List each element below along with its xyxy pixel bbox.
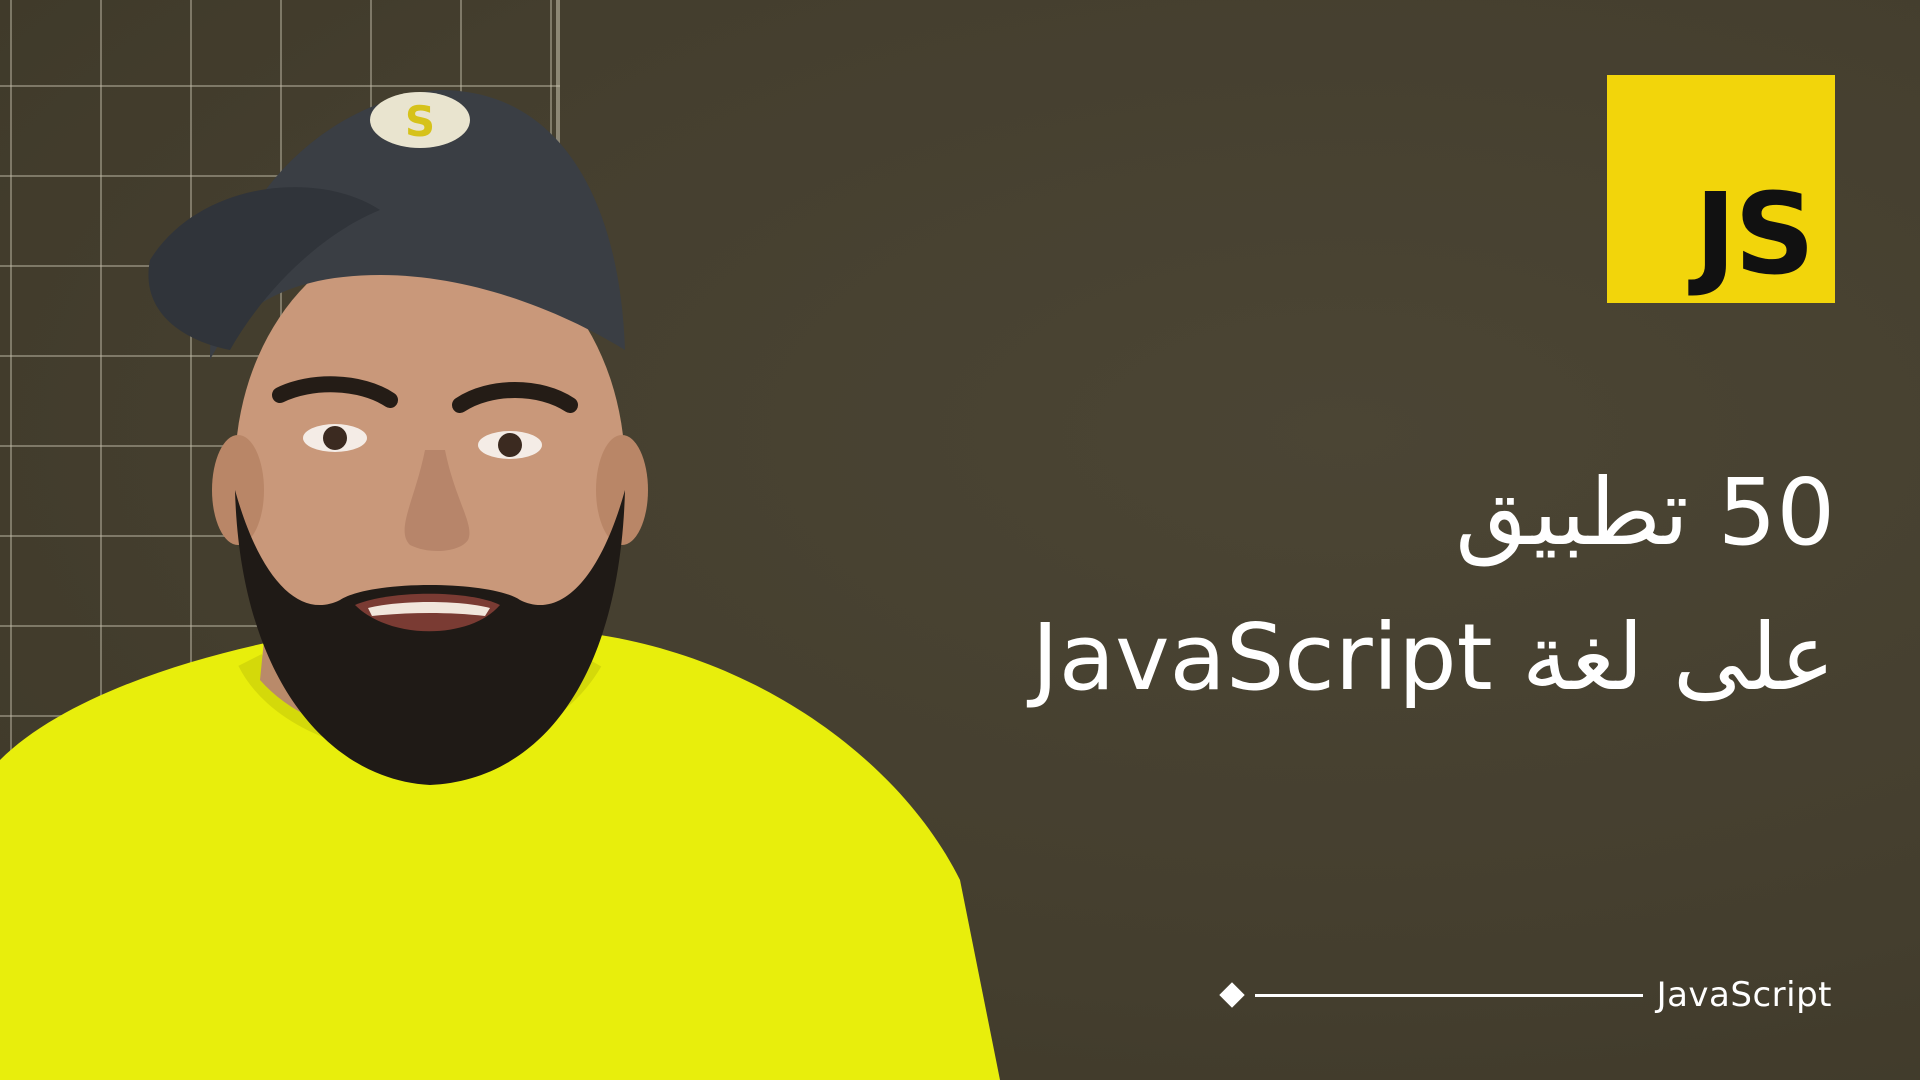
js-logo-text: JS — [1694, 170, 1815, 300]
divider-line — [1254, 993, 1643, 997]
headline-line-1: 50 تطبيق — [1455, 459, 1835, 566]
thumbnail-canvas: S JS 50 تطبيق على لغة JavaScript JavaScr… — [0, 0, 1920, 1080]
js-logo: JS — [1607, 75, 1835, 303]
footer-tag: JavaScript — [1218, 975, 1832, 1015]
svg-text:S: S — [405, 97, 435, 146]
headline-line-2: على لغة JavaScript — [1031, 604, 1835, 711]
footer-label: JavaScript — [1656, 975, 1832, 1015]
diamond-icon — [1218, 982, 1245, 1008]
headline: 50 تطبيق على لغة JavaScript — [835, 440, 1835, 730]
